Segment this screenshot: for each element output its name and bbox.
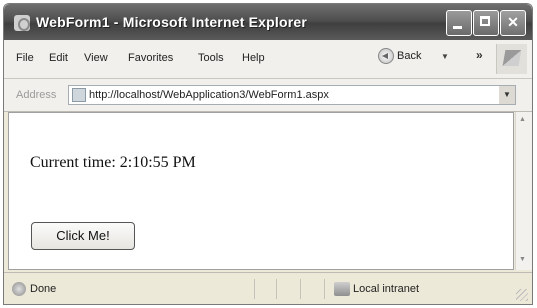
status-divider bbox=[276, 279, 277, 299]
close-button[interactable]: ✕ bbox=[500, 10, 526, 36]
vertical-scrollbar[interactable]: ▲ ▼ bbox=[515, 112, 532, 270]
window-title: WebForm1 - Microsoft Internet Explorer bbox=[36, 14, 308, 30]
maximize-icon bbox=[480, 16, 490, 26]
done-icon bbox=[12, 282, 26, 296]
menu-bar: File Edit View Favorites Tools Help Back… bbox=[4, 40, 532, 79]
toolbar-overflow-chevron[interactable]: » bbox=[476, 48, 483, 62]
status-divider bbox=[254, 279, 255, 299]
minimize-button[interactable] bbox=[446, 10, 472, 36]
address-label: Address bbox=[16, 89, 57, 101]
windows-logo-icon bbox=[496, 44, 527, 74]
browser-window: WebForm1 - Microsoft Internet Explorer ✕… bbox=[3, 3, 533, 305]
scroll-up-icon[interactable]: ▲ bbox=[519, 116, 526, 123]
address-input[interactable]: http://localhost/WebApplication3/WebForm… bbox=[68, 85, 516, 105]
back-icon bbox=[378, 48, 394, 64]
title-bar[interactable]: WebForm1 - Microsoft Internet Explorer ✕ bbox=[4, 4, 532, 40]
scroll-down-icon[interactable]: ▼ bbox=[519, 256, 526, 263]
menu-view[interactable]: View bbox=[84, 52, 108, 64]
maximize-button[interactable] bbox=[473, 10, 499, 36]
back-dropdown-icon[interactable]: ▼ bbox=[441, 52, 449, 61]
page-icon bbox=[72, 88, 86, 102]
address-bar: Address http://localhost/WebApplication3… bbox=[4, 79, 532, 112]
status-text: Done bbox=[30, 283, 57, 295]
page-content: Current time: 2:10:55 PM Click Me! bbox=[8, 112, 514, 270]
current-time-text: Current time: 2:10:55 PM bbox=[30, 154, 196, 171]
menu-tools[interactable]: Tools bbox=[198, 52, 224, 64]
status-divider bbox=[300, 279, 301, 299]
resize-grip[interactable] bbox=[516, 289, 528, 301]
back-button[interactable]: Back bbox=[378, 48, 421, 68]
minimize-icon bbox=[453, 26, 462, 29]
status-divider bbox=[324, 279, 325, 299]
ie-app-icon bbox=[14, 15, 30, 31]
menu-file[interactable]: File bbox=[16, 52, 34, 64]
click-me-button[interactable]: Click Me! bbox=[31, 222, 135, 250]
menu-edit[interactable]: Edit bbox=[49, 52, 68, 64]
menu-help[interactable]: Help bbox=[242, 52, 265, 64]
status-bar: Done Local intranet bbox=[4, 272, 532, 304]
zone-text: Local intranet bbox=[353, 283, 420, 295]
address-dropdown-icon[interactable]: ▼ bbox=[499, 86, 515, 104]
back-label: Back bbox=[397, 49, 422, 62]
url-text: http://localhost/WebApplication3/WebForm… bbox=[89, 89, 329, 101]
close-icon: ✕ bbox=[507, 14, 519, 30]
menu-favorites[interactable]: Favorites bbox=[128, 52, 173, 64]
local-intranet-icon bbox=[334, 282, 350, 296]
